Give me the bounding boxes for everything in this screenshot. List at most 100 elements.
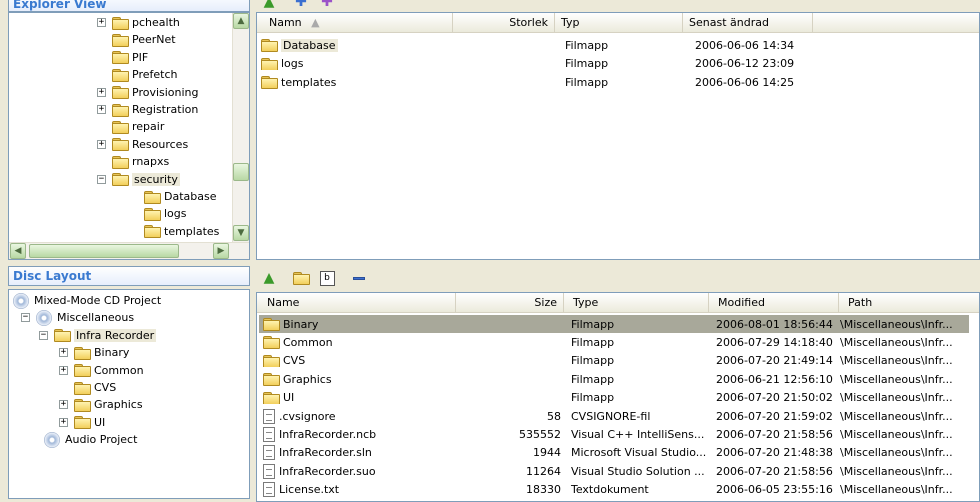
tree-item[interactable]: PeerNet (97, 31, 176, 48)
disc-layout-header: Disc Layout (8, 266, 250, 286)
file-path: \Miscellaneous\Infr... (840, 354, 953, 368)
disc-tree[interactable]: Mixed-Mode CD Project − Miscellaneous − Infr… (8, 289, 250, 499)
collapse-icon[interactable]: − (21, 313, 30, 323)
file-modified: 2006-06-21 12:56:10 (716, 372, 833, 386)
remove-icon[interactable] (348, 268, 370, 288)
tree-item[interactable]: − security (97, 171, 180, 188)
expand-icon[interactable]: + (59, 365, 68, 375)
folder-icon (112, 173, 129, 187)
column-name[interactable]: Namn ▲ (257, 13, 453, 33)
tree-item[interactable]: logs (129, 205, 187, 222)
file-type: Filmapp (565, 38, 609, 52)
file-name: .cvsignore (279, 409, 336, 423)
column-type[interactable]: Typ (555, 13, 683, 33)
tree-item-label: Infra Recorder (74, 328, 157, 342)
tree-item[interactable]: + Binary (59, 344, 129, 361)
column-path[interactable]: Path (839, 293, 979, 313)
tree-item[interactable]: − Infra Recorder (39, 327, 157, 344)
scroll-hthumb[interactable] (29, 244, 179, 258)
tree-item[interactable]: Audio Project (29, 431, 137, 448)
expand-icon[interactable]: + (59, 348, 68, 358)
tree-item[interactable]: − Miscellaneous (21, 309, 134, 326)
file-name: InfraRecorder.ncb (279, 427, 377, 441)
scroll-left-button[interactable]: ◀ (10, 243, 26, 259)
list-item[interactable]: InfraRecorder.ncb 535552 Visual C++ Intell… (259, 425, 969, 443)
tree-item[interactable]: repair (97, 118, 164, 135)
expand-icon[interactable]: + (97, 87, 106, 97)
scroll-up-button[interactable]: ▲ (233, 13, 249, 29)
column-type[interactable]: Type (564, 293, 709, 313)
list-item[interactable]: Common Filmapp 2006-07-29 14:18:40 \Miscell… (259, 333, 969, 351)
file-name: InfraRecorder.sln (279, 446, 372, 460)
file-path: \Miscellaneous\Infr... (840, 464, 953, 478)
rename-icon[interactable]: b (316, 268, 338, 288)
expand-icon[interactable]: + (59, 417, 68, 427)
tree-item[interactable]: + Resources (97, 136, 188, 153)
add-icon[interactable]: ✚ (290, 0, 312, 12)
tree-item[interactable]: + Common (59, 362, 144, 379)
tree-item-label: Resources (132, 137, 189, 151)
expand-icon[interactable]: + (59, 400, 68, 410)
tree-item[interactable]: + Registration (97, 101, 198, 118)
file-name: logs (281, 57, 304, 70)
explorer-tree[interactable]: + pchealth PeerNet PIF Prefetch + Provisioning… (8, 12, 250, 260)
up-arrow-icon[interactable]: ▲ (258, 0, 280, 12)
folder-icon (261, 76, 278, 89)
folder-icon (112, 103, 129, 117)
column-name[interactable]: Name (257, 293, 456, 313)
tree-item[interactable]: Database (129, 188, 217, 205)
file-name: Graphics (283, 372, 332, 386)
new-folder-icon[interactable] (290, 268, 312, 288)
column-modified[interactable]: Modified (709, 293, 839, 313)
column-modified[interactable]: Senast ändrad (683, 13, 813, 33)
collapse-icon[interactable]: − (97, 174, 106, 184)
file-name-cell: Database (261, 38, 457, 52)
list-item[interactable]: Database Filmapp 2006-06-06 14:34 (261, 36, 961, 54)
collapse-icon[interactable]: − (39, 330, 48, 340)
column-size[interactable]: Size (456, 293, 564, 313)
tree-item[interactable]: + UI (59, 414, 105, 431)
list-item[interactable]: logs Filmapp 2006-06-12 23:09 (261, 55, 961, 73)
tree-item[interactable]: Mixed-Mode CD Project (13, 292, 161, 309)
tree-item[interactable]: + Provisioning (97, 84, 199, 101)
tree-item[interactable]: PIF (97, 49, 148, 66)
list-item[interactable]: templates Filmapp 2006-06-06 14:25 (261, 73, 961, 91)
file-type: Filmapp (565, 57, 609, 70)
tree-item[interactable]: Prefetch (97, 66, 177, 83)
tree-item[interactable]: + pchealth (97, 14, 180, 31)
folder-icon (112, 33, 129, 47)
file-type: Microsoft Visual Studio... (571, 446, 706, 460)
scroll-right-button[interactable]: ▶ (213, 243, 229, 259)
expand-icon[interactable]: + (97, 18, 106, 27)
scroll-thumb[interactable] (233, 163, 249, 181)
add-all-icon[interactable]: ✚ (316, 0, 338, 12)
explorer-tree-hscroll[interactable]: ◀ ▶ (9, 242, 249, 259)
document-icon (263, 408, 275, 424)
scroll-down-button[interactable]: ▼ (233, 225, 249, 241)
tree-item[interactable]: CVS (59, 379, 116, 396)
list-item[interactable]: .cvsignore 58 CVSIGNORE-fil 2006-07-20 21:5… (259, 407, 969, 425)
file-size: 1944 (533, 446, 561, 460)
expand-icon[interactable]: + (97, 105, 106, 114)
column-size[interactable]: Storlek (453, 13, 555, 33)
explorer-tree-vscroll[interactable]: ▲ ▼ (232, 13, 249, 243)
tree-item[interactable]: + Graphics (59, 396, 143, 413)
folder-icon (74, 398, 91, 412)
file-path: \Miscellaneous\Infr... (840, 391, 953, 405)
folder-icon (144, 190, 161, 204)
list-item[interactable]: InfraRecorder.suo 11264 Visual Studio Solu… (259, 462, 969, 480)
file-path: \Miscellaneous\Infr... (840, 335, 953, 349)
tree-item[interactable]: rnapxs (97, 153, 169, 170)
list-item[interactable]: Graphics Filmapp 2006-06-21 12:56:10 \Misce… (259, 370, 969, 388)
up-arrow-icon[interactable]: ▲ (258, 268, 280, 288)
list-item[interactable]: InfraRecorder.sln 1944 Microsoft Visual St… (259, 444, 969, 462)
explorer-file-list[interactable]: Namn ▲ Storlek Typ Senast ändrad Databas… (256, 12, 980, 260)
list-item[interactable]: Binary Filmapp 2006-08-01 18:56:44 \Miscell… (259, 315, 969, 333)
cd-icon (44, 431, 60, 448)
expand-icon[interactable]: + (97, 139, 106, 149)
tree-item[interactable]: templates (129, 223, 219, 240)
list-item[interactable]: UI Filmapp 2006-07-20 21:50:02 \Miscellaneo… (259, 389, 969, 407)
list-item[interactable]: CVS Filmapp 2006-07-20 21:49:14 \Miscellane… (259, 352, 969, 370)
file-name-cell: Binary (259, 318, 458, 331)
disc-file-list[interactable]: Name Size Type Modified Path Binary Filma… (256, 292, 980, 502)
